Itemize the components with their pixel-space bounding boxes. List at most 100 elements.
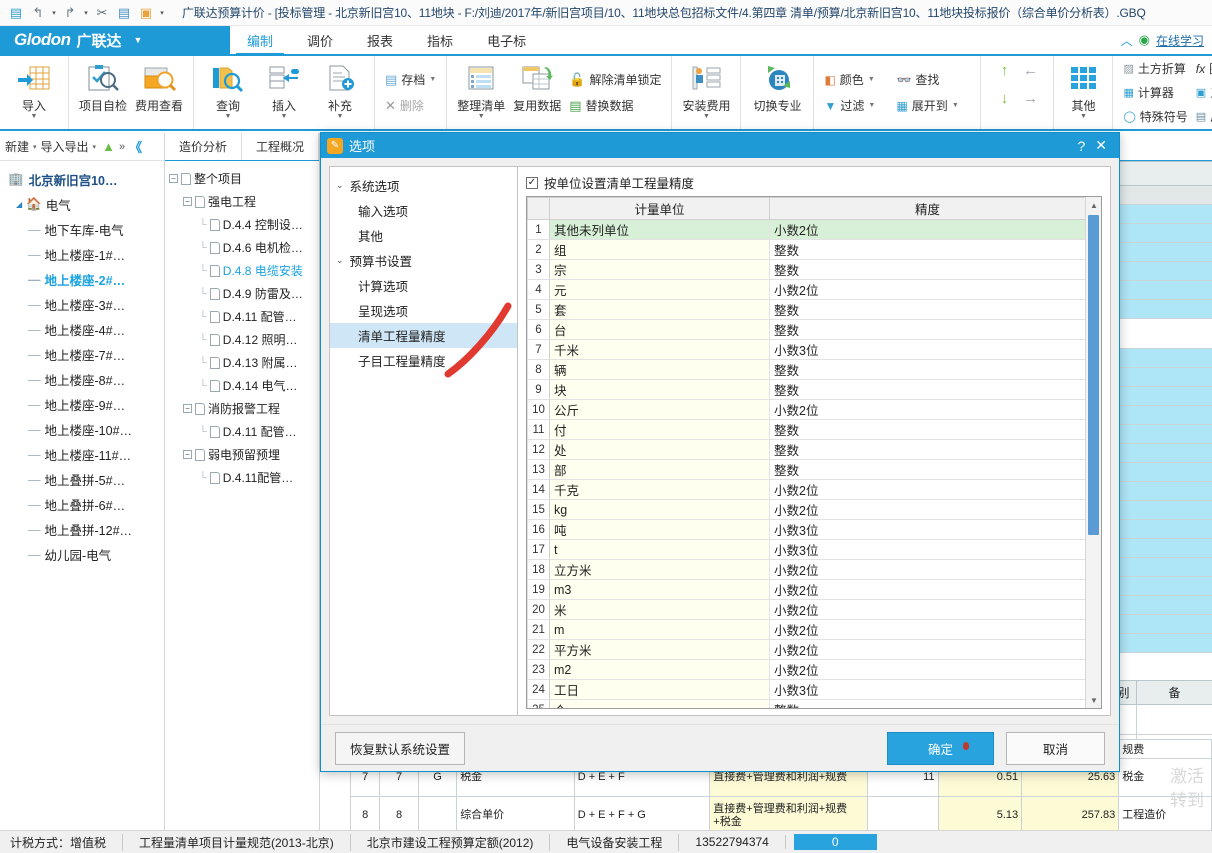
table-row[interactable]: 15 kg 小数2位 xyxy=(527,499,1086,521)
worksheet-cell-category[interactable]: 规费 xyxy=(1118,739,1212,759)
cost-tree-item[interactable]: └ D.4.9 防雷及… xyxy=(165,282,319,305)
options-dialog-titlebar[interactable]: ✎ 选项 ? ✕ xyxy=(321,133,1119,159)
install-fee-dropdown-icon[interactable]: ▼ xyxy=(703,113,710,120)
project-tree-item[interactable]: — 地上楼座-1#… xyxy=(0,242,164,267)
tab-zhibiao[interactable]: 指标 xyxy=(410,26,470,54)
unit-row-precision[interactable]: 小数2位 xyxy=(769,659,1086,681)
ok-button[interactable]: 确定 xyxy=(886,731,994,765)
import-export-dropdown-icon[interactable]: ▾ xyxy=(93,143,97,151)
undo-icon[interactable]: ↰ xyxy=(28,3,48,23)
unit-row-unit[interactable]: 处 xyxy=(549,439,770,461)
copy-icon[interactable]: ▤ xyxy=(114,3,134,23)
unit-row-precision[interactable]: 小数2位 xyxy=(769,479,1086,501)
query-dropdown-icon[interactable]: ▼ xyxy=(225,113,232,120)
cost-tree-item[interactable]: └ D.4.11配管… xyxy=(165,466,319,489)
unit-row-precision[interactable]: 小数3位 xyxy=(769,519,1086,541)
unit-row-unit[interactable]: 公斤 xyxy=(549,399,770,421)
switch-major-button[interactable]: 切换专业 xyxy=(747,56,807,129)
cost-tree-item[interactable]: − 整个项目 xyxy=(165,167,319,190)
tree-expander-icon[interactable]: − xyxy=(183,197,192,206)
local-summary-button[interactable]: ▤ 局部汇总 xyxy=(1196,106,1212,128)
calculator-button[interactable]: ▦ 计算器 xyxy=(1123,82,1187,104)
expand-triangle-icon[interactable]: ◢ xyxy=(16,200,22,209)
expand-to-button[interactable]: ▦ 展开到 ▼ xyxy=(896,95,970,117)
options-nav-item[interactable]: 清单工程量精度 xyxy=(330,323,517,349)
unit-row-precision[interactable]: 小数2位 xyxy=(769,279,1086,301)
import-export-button[interactable]: 导入导出 xyxy=(41,138,89,155)
collapse-pane-icon[interactable]: 《 xyxy=(129,137,142,156)
unit-row-unit[interactable]: 吨 xyxy=(549,519,770,541)
brand-logo[interactable]: Glodon 广联达 ▼ xyxy=(0,26,230,54)
unit-row-precision[interactable]: 整数 xyxy=(769,259,1086,281)
fee-view-button[interactable]: 费用查看 xyxy=(131,56,187,129)
table-row[interactable]: 21 m 小数2位 xyxy=(527,619,1086,641)
scroll-down-arrow-icon[interactable]: ▼ xyxy=(1086,692,1101,708)
unit-precision-checkbox[interactable]: ✓ xyxy=(526,176,538,189)
collapse-ribbon-icon[interactable]: ︿ xyxy=(1121,32,1133,49)
project-tree-item[interactable]: — 地上楼座-9#… xyxy=(0,392,164,417)
unit-row-unit[interactable]: 元 xyxy=(549,279,770,301)
project-tree-root[interactable]: 🏢 北京新旧宫10… xyxy=(0,167,164,192)
cancel-button[interactable]: 取消 xyxy=(1005,731,1105,765)
delete-button[interactable]: ✕ 删除 xyxy=(385,95,436,117)
project-tree-item[interactable]: — 地上楼座-3#… xyxy=(0,292,164,317)
other-dropdown-icon[interactable]: ▼ xyxy=(1080,113,1087,120)
project-tree-item[interactable]: — 地上楼座-4#… xyxy=(0,317,164,342)
table-row[interactable]: 1 其他未列单位 小数2位 xyxy=(527,219,1086,241)
organize-list-dropdown-icon[interactable]: ▼ xyxy=(478,113,485,120)
new-project-button[interactable]: 新建 xyxy=(5,138,29,155)
worksheet-cell-unit[interactable]: 5.13 xyxy=(937,796,1023,835)
tree-expander-icon[interactable]: − xyxy=(183,404,192,413)
brand-dropdown-icon[interactable]: ▼ xyxy=(134,35,143,45)
unit-row-unit[interactable]: 其他未列单位 xyxy=(549,219,770,241)
tab-project-overview[interactable]: 工程概况 xyxy=(242,133,319,160)
organize-list-button[interactable]: 整理清单 ▼ xyxy=(453,56,509,129)
tab-cost-analysis[interactable]: 造价分析 xyxy=(165,133,242,160)
table-row[interactable]: 6 台整数 xyxy=(527,319,1086,341)
status-badge[interactable]: 0 xyxy=(793,834,877,850)
cost-tree-item[interactable]: − 消防报警工程 xyxy=(165,397,319,420)
tab-tiaojia[interactable]: 调价 xyxy=(290,26,350,54)
table-row[interactable]: 2 组整数 xyxy=(527,239,1086,261)
options-nav-item[interactable]: 呈现选项 xyxy=(330,298,517,323)
tab-bianzhi[interactable]: 编制 xyxy=(230,26,290,56)
table-row[interactable]: 13 部整数 xyxy=(527,459,1086,481)
unit-precision-table-container[interactable]: 计量单位 精度 1 其他未列单位 小数2位 2 组整数 3 宗整数 4 元小数2位 5 套整数 6 台整… xyxy=(526,196,1102,710)
unit-row-unit[interactable]: 部 xyxy=(549,459,770,481)
worksheet-cell-code[interactable] xyxy=(417,796,458,835)
table-row[interactable]: 10 公斤 小数2位 xyxy=(527,399,1086,421)
earthwork-conversion-button[interactable]: ▨ 土方折算 xyxy=(1123,58,1187,80)
options-nav-item[interactable]: 子目工程量精度 xyxy=(330,348,517,373)
table-row[interactable]: 20 米小数2位 xyxy=(527,599,1086,621)
more-tools-icon[interactable]: » xyxy=(119,141,125,153)
project-selfcheck-button[interactable]: 项目自检 xyxy=(75,56,131,129)
unit-row-unit[interactable]: 辆 xyxy=(549,359,770,381)
unit-row-precision[interactable]: 小数2位 xyxy=(769,639,1086,661)
unit-row-precision[interactable]: 小数3位 xyxy=(769,339,1086,361)
unit-row-unit[interactable]: 块 xyxy=(549,379,770,401)
table-row[interactable]: 24 工日 小数3位 xyxy=(527,679,1086,701)
project-tree-item[interactable]: — 地上楼座-8#… xyxy=(0,367,164,392)
worksheet-cell-formula[interactable]: D + E + F + G xyxy=(573,796,711,835)
unit-precision-checkbox-row[interactable]: ✓ 按单位设置清单工程量精度 xyxy=(526,173,1102,192)
supplement-dropdown-icon[interactable]: ▼ xyxy=(337,113,344,120)
table-row[interactable]: 22 平方米 小数2位 xyxy=(527,639,1086,661)
new-project-dropdown-icon[interactable]: ▾ xyxy=(33,143,37,151)
unit-row-unit[interactable]: 宗 xyxy=(549,259,770,281)
unit-row-unit[interactable]: 台 xyxy=(549,319,770,341)
special-symbol-button[interactable]: ◯ 特殊符号 xyxy=(1123,106,1187,128)
move-up-tree-icon[interactable]: ▲ xyxy=(102,139,115,154)
unit-row-unit[interactable]: 米 xyxy=(549,599,770,621)
redo-icon[interactable]: ↱ xyxy=(60,3,80,23)
unit-row-precision[interactable]: 小数2位 xyxy=(769,599,1086,621)
unit-row-precision[interactable]: 整数 xyxy=(769,359,1086,381)
unit-row-precision[interactable]: 整数 xyxy=(769,439,1086,461)
other-button[interactable]: 其他 ▼ xyxy=(1060,56,1106,129)
filter-dropdown-icon[interactable]: ▼ xyxy=(868,102,875,109)
unit-row-precision[interactable]: 整数 xyxy=(769,419,1086,441)
unit-row-precision[interactable]: 小数2位 xyxy=(769,219,1086,241)
project-tree-item[interactable]: — 地上楼座-10#… xyxy=(0,417,164,442)
import-dropdown-icon[interactable]: ▼ xyxy=(31,113,38,120)
online-learning-link[interactable]: 在线学习 xyxy=(1156,32,1204,49)
insert-button[interactable]: 插入 ▼ xyxy=(256,56,312,129)
